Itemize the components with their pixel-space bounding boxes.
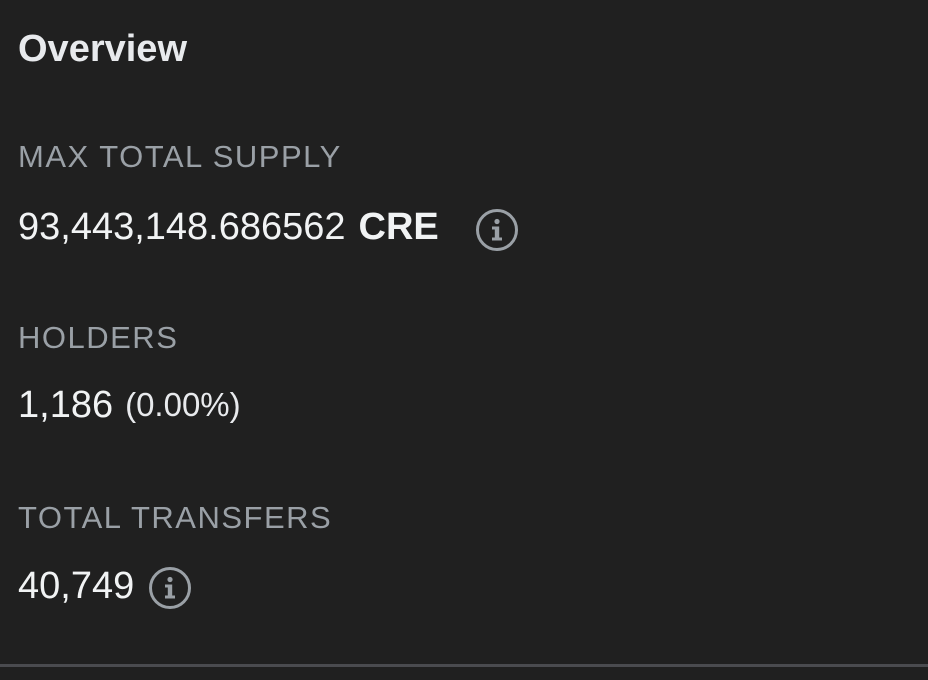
max-total-supply-label: MAX TOTAL SUPPLY [18,139,342,174]
overview-card: Overview MAX TOTAL SUPPLY 93,443,148.686… [0,0,928,680]
holders-label: HOLDERS [18,320,179,355]
total-transfers-label: TOTAL TRANSFERS [18,500,333,535]
holders-value: 1,186 (0.00%) [18,383,241,427]
total-transfers-value: 40,749 [18,562,192,610]
max-total-supply-unit: CRE [358,206,439,248]
max-total-supply-value: 93,443,148.686562 CRE [18,202,519,252]
holders-percent: (0.00%) [125,386,241,423]
info-icon[interactable] [148,566,192,610]
overview-title: Overview [18,28,187,70]
total-transfers-count: 40,749 [18,565,135,607]
holders-count: 1,186 [18,384,114,426]
divider [0,664,928,667]
max-total-supply-amount: 93,443,148.686562 [18,206,346,248]
info-icon[interactable] [475,208,519,252]
